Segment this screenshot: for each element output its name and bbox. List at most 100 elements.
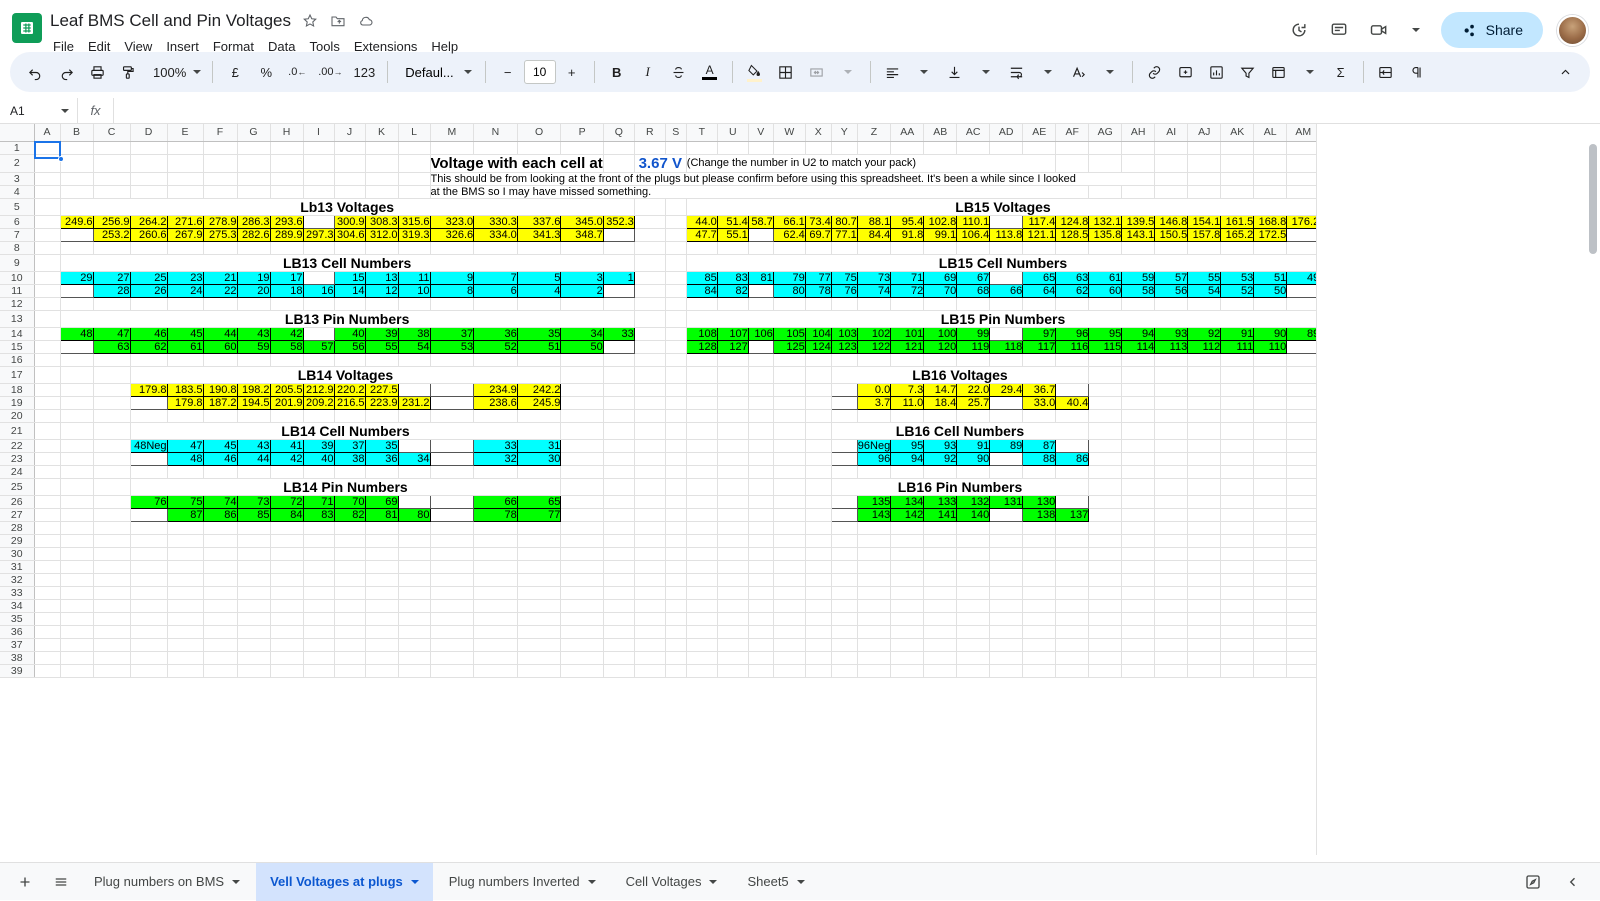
undo-icon[interactable] bbox=[20, 57, 50, 87]
sheet-cell[interactable]: 38 bbox=[398, 327, 430, 340]
sheet-cell[interactable] bbox=[990, 651, 1023, 664]
sheet-cell[interactable] bbox=[303, 651, 334, 664]
sheet-cell[interactable] bbox=[60, 560, 93, 573]
sheet-cell[interactable] bbox=[1023, 599, 1056, 612]
sheet-cell[interactable] bbox=[398, 353, 430, 366]
sheet-cell[interactable] bbox=[957, 612, 990, 625]
sheet-cell[interactable] bbox=[748, 366, 773, 383]
sheet-cell[interactable] bbox=[34, 508, 60, 521]
sheet-cell[interactable]: 312.0 bbox=[365, 228, 398, 241]
sheet-cell[interactable] bbox=[60, 625, 93, 638]
sheet-cell[interactable] bbox=[270, 185, 303, 198]
sheet-cell[interactable] bbox=[60, 409, 93, 422]
sheet-cell[interactable]: 14 bbox=[334, 284, 365, 297]
sheet-cell[interactable] bbox=[1287, 560, 1320, 573]
sheet-cell[interactable] bbox=[60, 141, 93, 154]
sheet-cell[interactable] bbox=[237, 185, 270, 198]
sheet-cell[interactable] bbox=[34, 560, 60, 573]
sheet-cell[interactable] bbox=[634, 396, 665, 409]
sheet-cell[interactable] bbox=[561, 547, 603, 560]
sheet-cell[interactable] bbox=[34, 534, 60, 547]
sheet-cell[interactable] bbox=[857, 534, 890, 547]
sheet-cell[interactable] bbox=[891, 612, 924, 625]
sheet-cell[interactable] bbox=[717, 396, 748, 409]
sheet-cell[interactable]: (Change the number in U2 to match your p… bbox=[686, 154, 1055, 172]
sheet-cell[interactable] bbox=[1221, 534, 1254, 547]
sheet-cell[interactable] bbox=[717, 638, 748, 651]
sheet-cell[interactable] bbox=[1221, 612, 1254, 625]
sheet-cell[interactable]: 58 bbox=[270, 340, 303, 353]
sheet-cell[interactable] bbox=[1122, 625, 1155, 638]
row-header-4[interactable]: 4 bbox=[0, 185, 34, 198]
sheet-cell[interactable] bbox=[60, 465, 93, 478]
sheet-cell[interactable] bbox=[430, 465, 474, 478]
sheet-cell[interactable] bbox=[924, 297, 957, 310]
sheet-cell[interactable] bbox=[634, 366, 665, 383]
sheet-cell[interactable] bbox=[130, 638, 167, 651]
sheet-cell[interactable] bbox=[1089, 478, 1122, 495]
sheet-cell[interactable]: 33 bbox=[474, 439, 518, 452]
sheet-cell[interactable] bbox=[891, 586, 924, 599]
sheet-cell[interactable] bbox=[1254, 141, 1287, 154]
sheet-cell[interactable]: 88 bbox=[1023, 452, 1056, 465]
sheet-cell[interactable]: 45 bbox=[203, 439, 237, 452]
sheet-cell[interactable] bbox=[805, 409, 831, 422]
sheet-cell[interactable] bbox=[474, 521, 518, 534]
cloud-saved-icon[interactable] bbox=[357, 12, 375, 30]
sheet-cell[interactable] bbox=[1122, 586, 1155, 599]
row-header-33[interactable]: 33 bbox=[0, 586, 34, 599]
sheet-cell[interactable] bbox=[634, 638, 665, 651]
sheet-cell[interactable]: 234.9 bbox=[474, 383, 518, 396]
sheet-cell[interactable] bbox=[1188, 452, 1221, 465]
sheet-cell[interactable] bbox=[1221, 664, 1254, 677]
sheet-cell[interactable] bbox=[1221, 599, 1254, 612]
sheet-cell[interactable] bbox=[430, 573, 474, 586]
sheet-cell[interactable]: 80 bbox=[398, 508, 430, 521]
sheet-cell[interactable] bbox=[686, 547, 717, 560]
sheet-cell[interactable]: 62.4 bbox=[773, 228, 805, 241]
sheet-cell[interactable] bbox=[805, 297, 831, 310]
sheet-cell[interactable] bbox=[805, 612, 831, 625]
sheet-cell[interactable] bbox=[517, 651, 561, 664]
sheet-cell[interactable] bbox=[34, 228, 60, 241]
column-header-ai[interactable]: AI bbox=[1155, 124, 1188, 141]
text-rotation-button[interactable] bbox=[1064, 57, 1094, 87]
functions-button[interactable]: Σ bbox=[1326, 57, 1356, 87]
sheet-cell[interactable] bbox=[603, 353, 634, 366]
sheet-cell[interactable] bbox=[561, 651, 603, 664]
column-header-u[interactable]: U bbox=[717, 124, 748, 141]
sheet-cell[interactable] bbox=[1089, 547, 1122, 560]
sheet-cell[interactable] bbox=[60, 651, 93, 664]
sheet-cell[interactable]: 46 bbox=[130, 327, 167, 340]
meet-camera-icon[interactable] bbox=[1361, 12, 1397, 48]
sheet-cell[interactable] bbox=[634, 284, 665, 297]
sheet-cell[interactable]: 117.4 bbox=[1023, 215, 1056, 228]
row-header-24[interactable]: 24 bbox=[0, 465, 34, 478]
sheet-cell[interactable] bbox=[34, 340, 60, 353]
sheet-cell[interactable] bbox=[1287, 383, 1320, 396]
column-header-g[interactable]: G bbox=[237, 124, 270, 141]
row-header-16[interactable]: 16 bbox=[0, 353, 34, 366]
sheet-cell[interactable] bbox=[130, 353, 167, 366]
sheet-cell[interactable] bbox=[891, 573, 924, 586]
column-header-l[interactable]: L bbox=[398, 124, 430, 141]
sheet-cell[interactable] bbox=[634, 340, 665, 353]
sheet-cell[interactable]: 83 bbox=[303, 508, 334, 521]
sheet-cell[interactable]: 96 bbox=[1056, 327, 1089, 340]
sheet-cell[interactable] bbox=[1023, 586, 1056, 599]
sheet-cell[interactable] bbox=[167, 241, 203, 254]
sheet-cell[interactable] bbox=[517, 638, 561, 651]
sheet-cell[interactable] bbox=[773, 366, 805, 383]
share-button[interactable]: Share bbox=[1441, 12, 1543, 48]
sheet-cell[interactable] bbox=[1155, 547, 1188, 560]
sheet-cell[interactable] bbox=[1122, 141, 1155, 154]
menu-format[interactable]: Format bbox=[206, 37, 261, 56]
sheet-cell[interactable] bbox=[634, 534, 665, 547]
sheet-cell[interactable] bbox=[990, 586, 1023, 599]
sheet-cell[interactable] bbox=[130, 534, 167, 547]
sheet-cell[interactable] bbox=[93, 560, 130, 573]
sheet-cell[interactable] bbox=[474, 547, 518, 560]
sheet-cell[interactable] bbox=[60, 383, 93, 396]
sheet-cell[interactable] bbox=[474, 409, 518, 422]
sheet-cell[interactable] bbox=[990, 215, 1023, 228]
